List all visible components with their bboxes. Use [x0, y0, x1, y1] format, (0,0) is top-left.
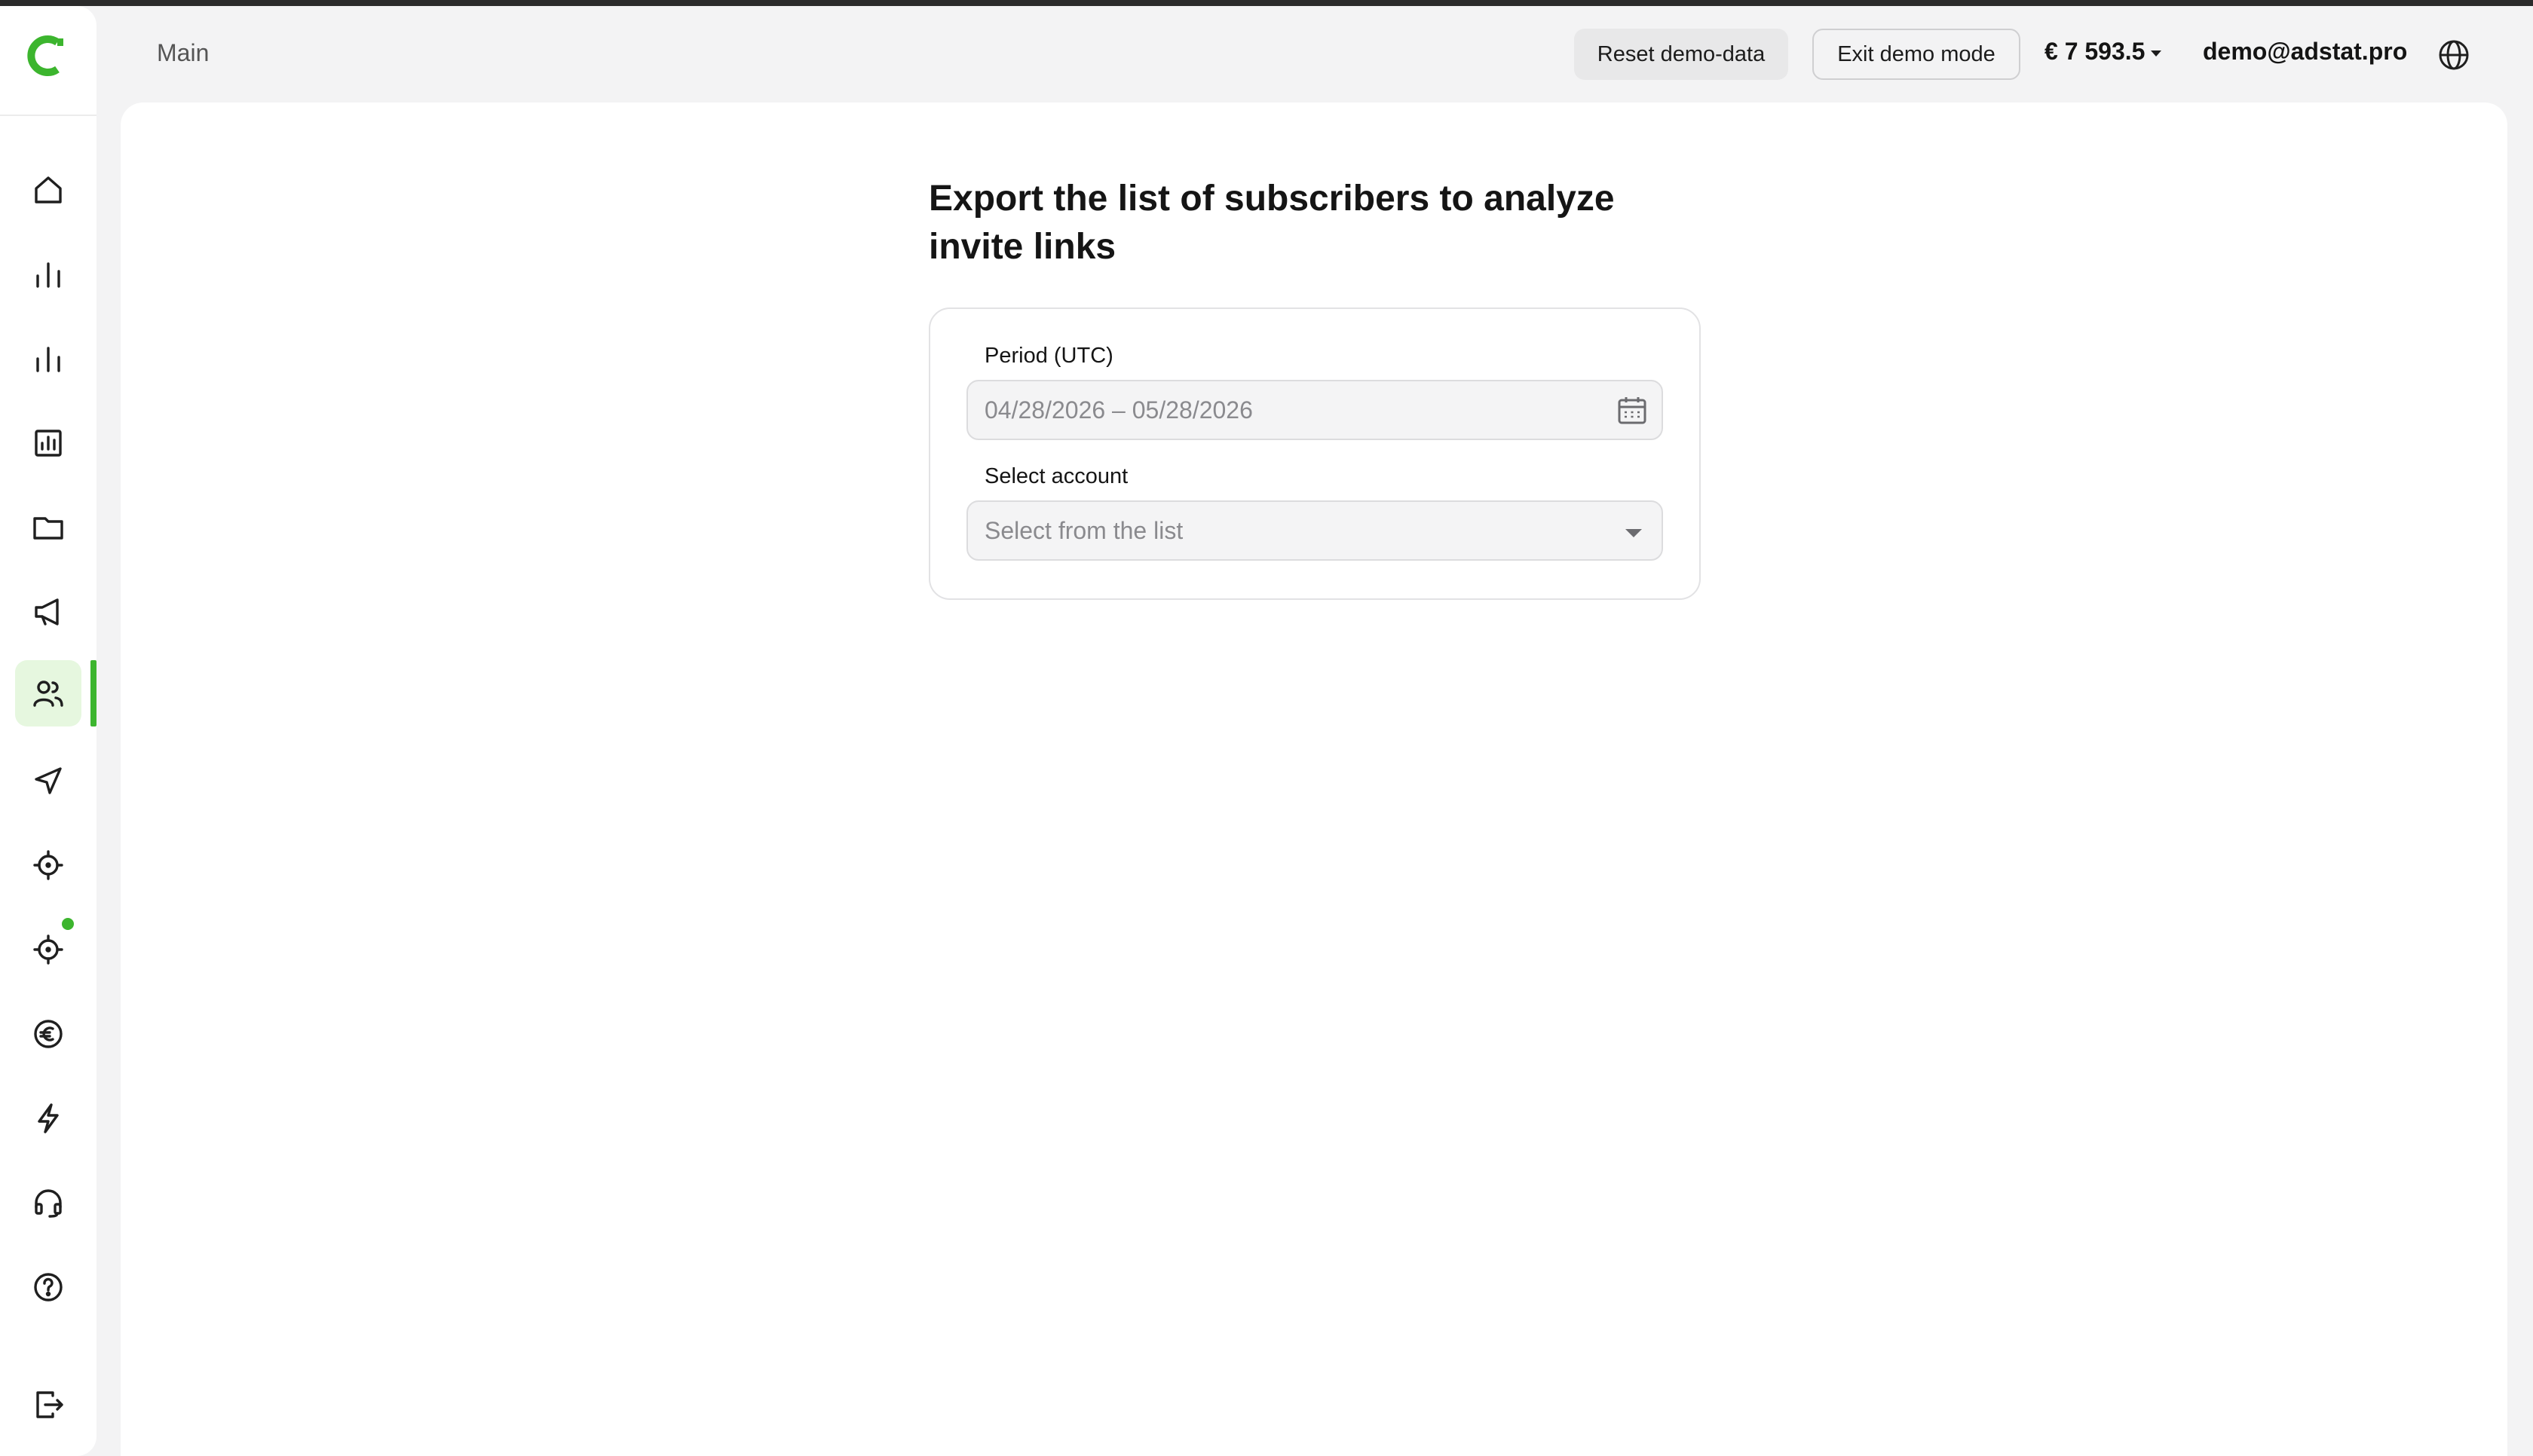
sidebar-item-home[interactable] — [15, 157, 81, 223]
sidebar-item-folders[interactable] — [15, 494, 81, 561]
target-icon — [33, 850, 63, 880]
user-email[interactable]: demo@adstat.pro — [2203, 38, 2407, 66]
balance-dropdown[interactable]: € 7 593.5 — [2044, 38, 2162, 66]
sidebar-item-campaigns[interactable] — [15, 579, 81, 645]
sidebar-item-send[interactable] — [15, 748, 81, 814]
main-panel: Export the list of subscribers to analyz… — [121, 102, 2507, 1456]
breadcrumb[interactable]: Main — [157, 39, 209, 67]
account-select[interactable]: Select from the list — [966, 500, 1663, 561]
folder-icon — [33, 517, 63, 540]
megaphone-icon — [35, 598, 59, 626]
page-title: Export the list of subscribers to analyz… — [929, 179, 1615, 267]
sidebar-item-help[interactable] — [15, 1254, 81, 1320]
notification-dot — [62, 918, 74, 930]
chevron-down-icon — [1625, 529, 1642, 537]
lightning-icon — [38, 1103, 59, 1133]
send-icon — [35, 767, 62, 794]
sidebar-divider — [0, 115, 96, 116]
users-icon — [33, 681, 63, 707]
period-date-range-input[interactable]: 04/28/2026 – 05/28/2026 — [966, 380, 1663, 440]
sidebar-item-billing[interactable] — [15, 1001, 81, 1067]
sidebar-item-analytics[interactable] — [15, 326, 81, 392]
period-value: 04/28/2026 – 05/28/2026 — [985, 396, 1253, 424]
balance-value: € 7 593.5 — [2044, 38, 2146, 65]
sidebar-item-logout[interactable] — [15, 1372, 81, 1438]
logo-icon[interactable] — [23, 32, 71, 80]
exit-demo-mode-button[interactable]: Exit demo mode — [1812, 29, 2020, 80]
sidebar — [0, 6, 96, 1456]
sidebar-item-support[interactable] — [15, 1170, 81, 1236]
top-border — [0, 0, 2533, 6]
account-placeholder: Select from the list — [985, 516, 1184, 544]
account-label: Select account — [985, 464, 1129, 488]
sidebar-item-automation[interactable] — [15, 1085, 81, 1152]
globe-icon — [2439, 40, 2469, 70]
reset-demo-data-button[interactable]: Reset demo-data — [1574, 29, 1788, 80]
period-label: Period (UTC) — [985, 344, 1113, 368]
home-icon — [35, 176, 62, 203]
sidebar-item-stats[interactable] — [15, 241, 81, 307]
sidebar-item-reports[interactable] — [15, 410, 81, 476]
sidebar-item-targeting[interactable] — [15, 832, 81, 898]
help-icon — [34, 1273, 63, 1302]
chevron-down-icon — [2151, 50, 2162, 57]
report-icon — [35, 430, 62, 457]
export-form-card: Period (UTC) 04/28/2026 – 05/28/2026 Sel… — [929, 307, 1701, 600]
language-button[interactable] — [2437, 38, 2471, 72]
logout-icon — [36, 1391, 63, 1418]
bar-chart-icon — [36, 262, 60, 288]
bar-chart-alt-icon — [36, 347, 60, 372]
calendar-icon[interactable] — [1615, 393, 1649, 428]
sidebar-item-subscribers[interactable] — [15, 660, 81, 726]
euro-icon — [34, 1020, 63, 1048]
active-indicator — [90, 660, 96, 726]
target-notify-icon — [33, 934, 63, 965]
headset-icon — [35, 1189, 62, 1218]
